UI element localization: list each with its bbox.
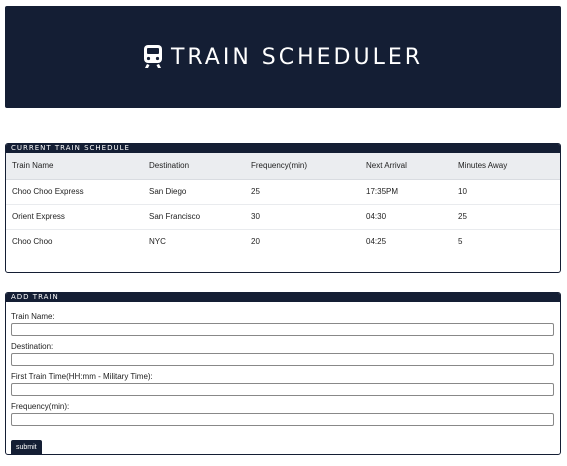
column-header-next-arrival: Next Arrival [360, 153, 452, 180]
cell-frequency: 25 [245, 179, 360, 205]
column-header-destination: Destination [143, 153, 245, 180]
table-row: Choo Choo Express San Diego 25 17:35PM 1… [6, 179, 560, 205]
cell-minutes-away: 10 [452, 179, 560, 205]
train-icon [143, 45, 162, 68]
train-name-input[interactable] [11, 323, 554, 336]
column-header-minutes-away: Minutes Away [452, 153, 560, 180]
cell-next-arrival: 04:25 [366, 237, 387, 247]
first-train-time-input[interactable] [11, 383, 554, 396]
table-header-row: Train Name Destination Frequency(min) Ne… [6, 153, 560, 180]
cell-minutes-away: 5 [458, 237, 463, 247]
schedule-table: Train Name Destination Frequency(min) Ne… [6, 153, 560, 254]
frequency-input[interactable] [11, 413, 554, 426]
page-header: TRAIN SCHEDULER [5, 6, 561, 108]
cell-frequency: 20 [251, 237, 260, 247]
cell-train-name: Choo Choo [12, 237, 53, 247]
page-title: TRAIN SCHEDULER [170, 44, 424, 70]
cell-train-name: Choo Choo Express [6, 179, 143, 205]
destination-input[interactable] [11, 353, 554, 366]
train-name-label: Train Name: [11, 312, 55, 321]
cell-next-arrival: 04:30 [360, 204, 452, 230]
cell-next-arrival: 17:35PM [360, 179, 452, 205]
submit-button[interactable]: submit [11, 440, 42, 454]
column-header-frequency: Frequency(min) [245, 153, 360, 180]
table-row: Choo Choo NYC 20 04:25 5 [6, 229, 560, 254]
schedule-panel: CURRENT TRAIN SCHEDULE Train Name Destin… [5, 143, 561, 273]
add-train-form: Train Name: Destination: First Train Tim… [6, 302, 560, 454]
destination-label: Destination: [11, 342, 54, 351]
cell-destination: San Diego [143, 179, 245, 205]
cell-destination: San Francisco [143, 204, 245, 230]
cell-train-name: Orient Express [6, 204, 143, 230]
table-row: Orient Express San Francisco 30 04:30 25 [6, 204, 560, 230]
cell-destination: NYC [149, 237, 166, 247]
frequency-label: Frequency(min): [11, 402, 70, 411]
first-train-time-label: First Train Time(HH:mm - Military Time): [11, 372, 153, 381]
schedule-panel-heading: CURRENT TRAIN SCHEDULE [6, 144, 560, 153]
cell-minutes-away: 25 [452, 204, 560, 230]
add-train-panel-heading: ADD TRAIN [6, 293, 560, 302]
add-train-panel: ADD TRAIN Train Name: Destination: First… [5, 292, 561, 455]
cell-frequency: 30 [245, 204, 360, 230]
column-header-train-name: Train Name [6, 153, 143, 180]
